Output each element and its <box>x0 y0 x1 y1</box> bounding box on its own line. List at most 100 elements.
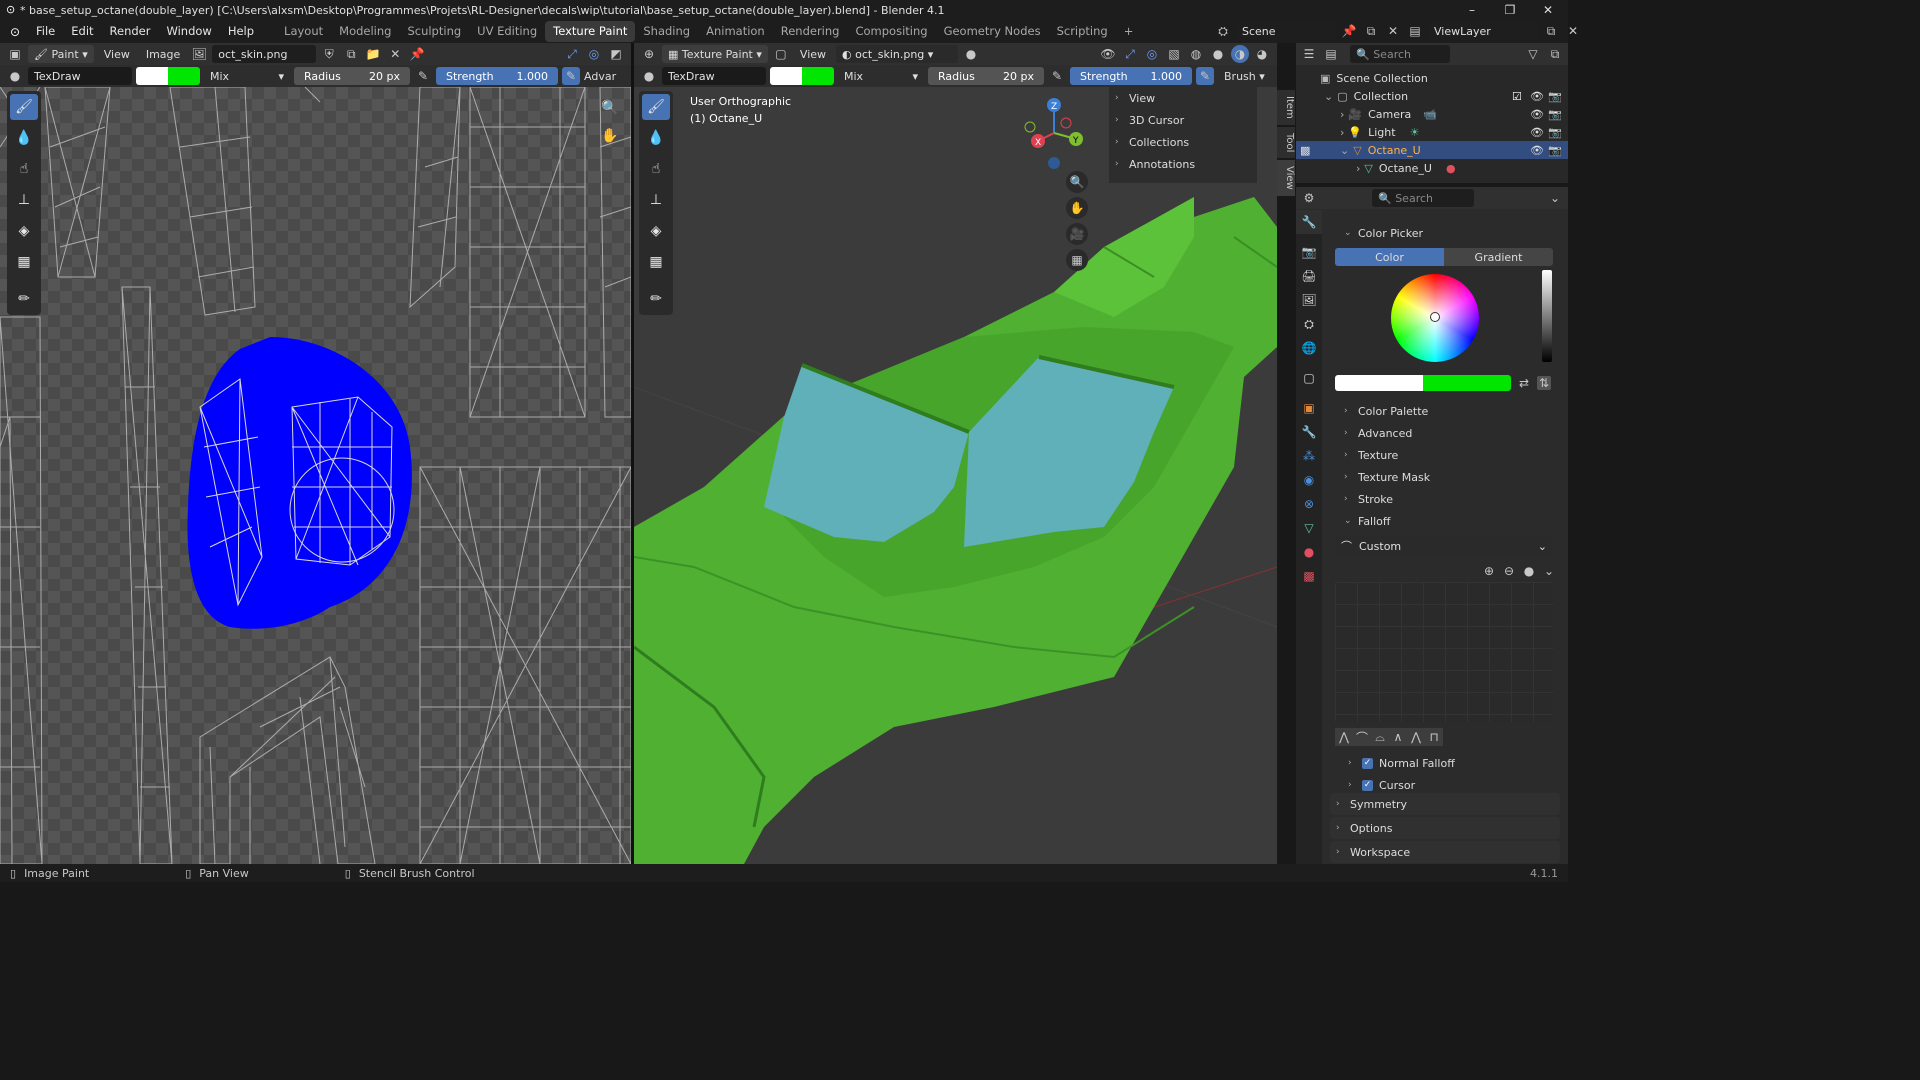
vp-ortho-grid-icon[interactable]: ▦ <box>1066 249 1088 271</box>
open-image-icon[interactable]: 📁 <box>364 45 382 63</box>
color-picker-section[interactable]: ⌄ Color Picker <box>1330 222 1558 244</box>
tab-layout[interactable]: Layout <box>276 21 331 42</box>
menu-file[interactable]: File <box>28 20 63 43</box>
tab-animation[interactable]: Animation <box>698 21 773 42</box>
overlay-icon[interactable]: ◎ <box>585 45 603 63</box>
tab-view[interactable]: View <box>1277 160 1295 196</box>
output-tab-icon[interactable]: 🖨 <box>1296 264 1322 288</box>
octane-visibility-icon[interactable]: 👁 <box>1530 144 1544 157</box>
maximize-button[interactable]: ❐ <box>1490 0 1530 20</box>
vp-annotate-tool-icon[interactable]: ✏ <box>642 286 670 312</box>
menu-help[interactable]: Help <box>220 20 262 43</box>
filter-icon[interactable]: ▽ <box>1524 45 1542 63</box>
mask-tool-icon[interactable]: ▦ <box>10 249 38 275</box>
collection-render-icon[interactable]: 📷 <box>1548 90 1562 103</box>
preset-constant-icon[interactable]: ⊓ <box>1425 728 1443 746</box>
vp-soften-tool-icon[interactable]: 💧 <box>642 125 670 151</box>
display-channels-icon[interactable]: ◩ <box>607 45 625 63</box>
camera-expand-icon[interactable]: › <box>1340 108 1344 121</box>
light-expand-icon[interactable]: › <box>1340 126 1344 139</box>
viewport-image-dropdown[interactable]: ◐ oct_skin.png ▾ <box>836 45 959 63</box>
secondary-color-swatch[interactable] <box>168 67 200 85</box>
properties-options-icon[interactable]: ⌄ <box>1546 189 1564 207</box>
blender-menu-icon[interactable]: ⊙ <box>6 23 24 41</box>
close-button[interactable]: ✕ <box>1528 0 1568 20</box>
vp-fill-tool-icon[interactable]: ◈ <box>642 218 670 244</box>
preset-sphere-icon[interactable]: ⌒ <box>1353 728 1371 746</box>
viewport-secondary-swatch[interactable] <box>802 67 834 85</box>
vp-smear-tool-icon[interactable]: ☝ <box>642 156 670 182</box>
octane-expand-icon[interactable]: ⌄ <box>1340 144 1349 157</box>
strength-pressure-icon[interactable]: ✎ <box>562 67 580 85</box>
navigation-gizmo[interactable]: Z Y X <box>1020 97 1092 173</box>
minimize-button[interactable]: – <box>1452 0 1492 20</box>
solid-shading-icon[interactable]: ● <box>1209 45 1227 63</box>
camera-row[interactable]: › 🎥 Camera 📹 👁 📷 <box>1296 105 1568 123</box>
tab-sculpting[interactable]: Sculpting <box>399 21 469 42</box>
remove-view-layer-icon[interactable]: ✕ <box>1564 22 1582 40</box>
tab-item[interactable]: Item <box>1277 90 1295 125</box>
viewport-brush-icon[interactable]: ● <box>640 67 658 85</box>
viewport-toggle-icon[interactable]: ▢ <box>772 45 790 63</box>
viewport-blend-dropdown[interactable]: Mix ▾ <box>838 67 924 85</box>
normal-falloff-checkbox[interactable]: ✓ <box>1362 757 1373 769</box>
npanel-view[interactable]: › View <box>1109 87 1257 109</box>
octane-row[interactable]: ▩ ⌄ ▽ Octane_U 👁 📷 <box>1296 141 1568 159</box>
brush-menu[interactable]: Brush ▾ <box>1218 67 1271 85</box>
light-row[interactable]: › 💡 Light ☀ 👁 📷 <box>1296 123 1568 141</box>
radius-pressure-icon[interactable]: ✎ <box>414 67 432 85</box>
viewport-strength-pressure-icon[interactable]: ✎ <box>1196 67 1214 85</box>
advanced-section[interactable]: › Advanced <box>1330 422 1558 444</box>
mode-dropdown[interactable]: 🖌 Paint ▾ <box>28 45 94 63</box>
editor-type-icon[interactable]: ▣ <box>6 45 24 63</box>
properties-secondary-swatch[interactable] <box>1423 375 1511 391</box>
menu-window[interactable]: Window <box>158 20 219 43</box>
scene-collection-row[interactable]: ▣ Scene Collection <box>1296 69 1568 87</box>
preset-linear-icon[interactable]: ⋀ <box>1407 728 1425 746</box>
strength-slider[interactable]: Strength 1.000 <box>436 67 558 85</box>
clone-tool-icon[interactable]: ⊥ <box>10 187 38 213</box>
material-tab-icon[interactable]: ● <box>1296 540 1322 564</box>
collection-visibility-icon[interactable]: 👁 <box>1530 90 1544 103</box>
texture-tab-icon[interactable]: ▩ <box>1296 564 1322 588</box>
vp-zoom-icon[interactable]: 🔍 <box>1066 171 1088 193</box>
collection-expand-icon[interactable]: ⌄ <box>1324 90 1333 103</box>
color-tab[interactable]: Color <box>1335 248 1444 266</box>
tab-geometry-nodes[interactable]: Geometry Nodes <box>936 21 1049 42</box>
smear-tool-icon[interactable]: ☝ <box>10 156 38 182</box>
falloff-preset-dropdown[interactable]: ⌒ Custom ⌄ <box>1335 536 1553 556</box>
light-render-icon[interactable]: 📷 <box>1548 126 1562 139</box>
fill-tool-icon[interactable]: ◈ <box>10 218 38 244</box>
swap-colors-icon[interactable]: ⇄ <box>1515 374 1533 392</box>
new-collection-icon[interactable]: ⧉ <box>1546 45 1564 63</box>
render-tab-icon[interactable]: 📷 <box>1296 240 1322 264</box>
properties-search[interactable]: 🔍 Search <box>1372 189 1474 207</box>
tab-shading[interactable]: Shading <box>635 21 698 42</box>
image-browse-icon[interactable]: 🖼 <box>190 45 208 63</box>
blend-mode-dropdown[interactable]: Mix ▾ <box>204 67 290 85</box>
scene-icon[interactable]: ⛭ <box>1214 22 1232 40</box>
curve-options-icon[interactable]: ⌄ <box>1540 562 1558 580</box>
material-shading-icon[interactable]: ◑ <box>1231 45 1249 63</box>
advanced-dropdown[interactable]: Advar <box>584 70 616 83</box>
npanel-annotations[interactable]: › Annotations <box>1109 153 1257 175</box>
octane-mesh-expand-icon[interactable]: › <box>1356 162 1360 175</box>
tab-modeling[interactable]: Modeling <box>331 21 399 42</box>
cursor-checkbox[interactable]: ✓ <box>1362 779 1373 791</box>
xray-icon[interactable]: ▧ <box>1165 45 1183 63</box>
view-menu[interactable]: View <box>98 45 136 63</box>
vp-draw-tool-icon[interactable]: 🖌 <box>642 94 670 120</box>
remove-scene-icon[interactable]: ✕ <box>1384 22 1402 40</box>
viewport-radius-pressure-icon[interactable]: ✎ <box>1048 67 1066 85</box>
npanel-collections[interactable]: › Collections <box>1109 131 1257 153</box>
texture-mask-section[interactable]: › Texture Mask <box>1330 466 1558 488</box>
viewport-radius-slider[interactable]: Radius 20 px <box>928 67 1044 85</box>
add-workspace-button[interactable]: + <box>1116 21 1142 42</box>
brush-icon[interactable]: ● <box>6 67 24 85</box>
texture-section[interactable]: › Texture <box>1330 444 1558 466</box>
unlink-image-icon[interactable]: ✕ <box>386 45 404 63</box>
octane-render-icon[interactable]: 📷 <box>1548 144 1562 157</box>
object-tab-icon[interactable]: ▣ <box>1296 396 1322 420</box>
scene-field[interactable]: Scene <box>1236 22 1336 40</box>
image-canvas[interactable]: 🖌 💧 ☝ ⊥ ◈ ▦ ✏ 🔍 ✋ <box>0 87 631 864</box>
